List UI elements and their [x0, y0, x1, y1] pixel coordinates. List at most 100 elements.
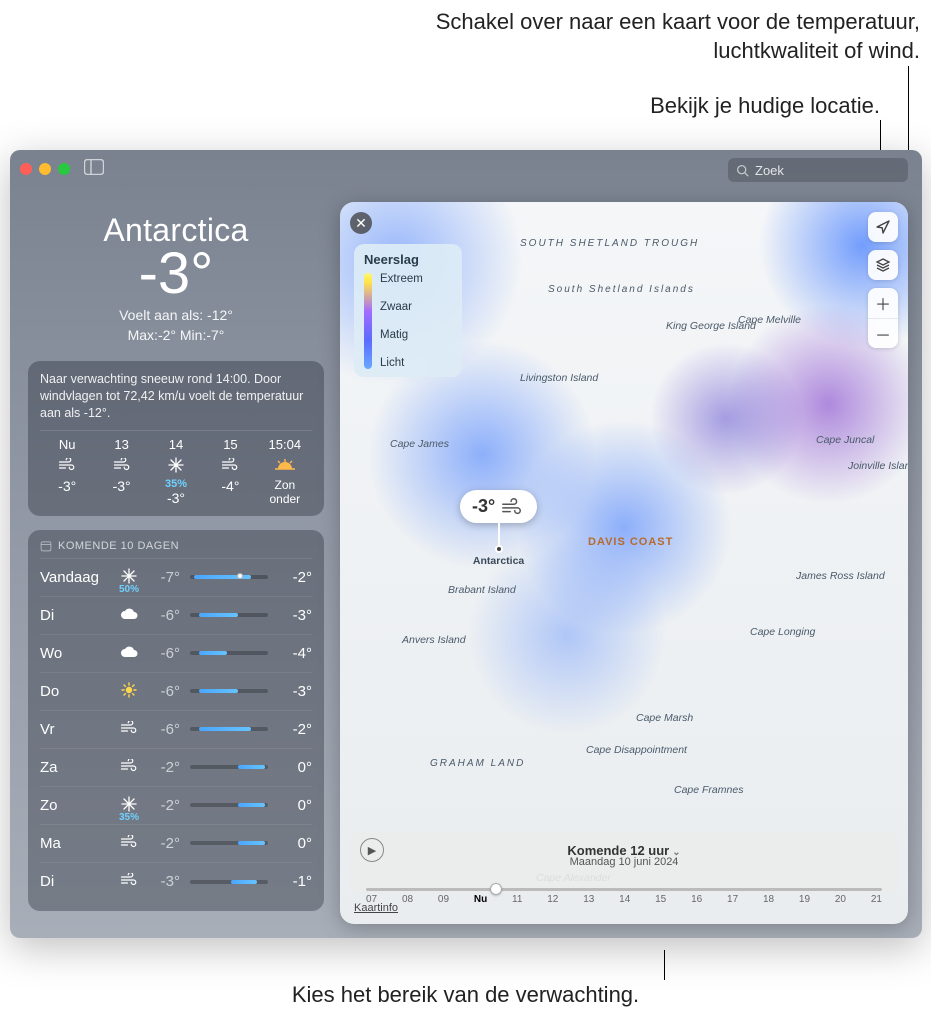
map-layers-button[interactable]: [868, 250, 898, 280]
weather-app-window: Zoek Antarctica -3° Voelt aan als: -12° …: [10, 150, 922, 938]
map-place-label: Anvers Island: [402, 634, 466, 646]
toggle-sidebar-button[interactable]: [84, 159, 104, 180]
temp-range-bar: [190, 841, 268, 845]
map-place-label: Cape Juncal: [816, 434, 874, 446]
wind-icon: [112, 759, 146, 776]
callout-map-layers: Schakel over naar een kaart voor de temp…: [400, 8, 920, 65]
temp-range-bar: [190, 689, 268, 693]
ten-day-forecast-card[interactable]: KOMENDE 10 DAGEN Vandaag50%-7°-2°Di-6°-3…: [28, 530, 324, 911]
zoom-in-button[interactable]: ＋: [868, 288, 898, 318]
hour-column[interactable]: 15:04Zon onder: [258, 437, 312, 506]
timeline-hour-tick: 08: [402, 894, 413, 905]
temp-range-bar: [190, 727, 268, 731]
hour-label: 15: [203, 437, 257, 452]
hour-label: Nu: [40, 437, 94, 452]
timeline-hour-tick: 11: [512, 894, 522, 905]
legend-level: Matig: [380, 329, 423, 341]
day-row[interactable]: Wo-6°-4°: [40, 635, 312, 673]
day-low: -6°: [146, 645, 180, 662]
map-place-label: James Ross Island: [796, 570, 885, 582]
precipitation-map[interactable]: ✕ Neerslag ExtreemZwaarMatigLicht: [340, 202, 908, 924]
search-icon: [736, 164, 749, 177]
search-field[interactable]: Zoek: [728, 158, 908, 182]
day-row[interactable]: Za-2°0°: [40, 749, 312, 787]
minimize-window-button[interactable]: [39, 163, 51, 175]
map-info-link[interactable]: Kaartinfo: [354, 902, 398, 914]
hour-temp: -4°: [203, 478, 257, 494]
cloud-icon: [112, 645, 146, 662]
day-row[interactable]: Vandaag50%-7°-2°: [40, 559, 312, 597]
timeline-hour-tick: 18: [763, 894, 774, 905]
day-high: -3°: [278, 683, 312, 700]
day-name: Do: [40, 683, 112, 700]
hourly-forecast-card[interactable]: Naar verwachting sneeuw rond 14:00. Door…: [28, 361, 324, 516]
timeline-track[interactable]: 070809Nu1112131415161718192021: [366, 884, 882, 900]
map-close-button[interactable]: ✕: [350, 212, 372, 234]
day-name: Di: [40, 607, 112, 624]
timeline-hour-tick: Nu: [474, 894, 487, 905]
wind-icon: [94, 456, 148, 474]
day-row[interactable]: Vr-6°-2°: [40, 711, 312, 749]
timeline-hour-tick: 12: [547, 894, 558, 905]
day-low: -2°: [146, 759, 180, 776]
hour-temp: -3°: [40, 478, 94, 494]
titlebar: Zoek: [10, 150, 922, 188]
timeline-hour-tick: 21: [871, 894, 882, 905]
snow-icon: 50%: [112, 568, 146, 587]
callout-map-layers-text: Schakel over naar een kaart voor de temp…: [436, 9, 920, 63]
day-row[interactable]: Di-3°-1°: [40, 863, 312, 901]
day-name: Di: [40, 873, 112, 890]
current-temp: -3°: [28, 245, 324, 303]
wind-icon: [203, 456, 257, 474]
current-location-button[interactable]: [868, 212, 898, 242]
hour-column[interactable]: Nu -3°: [40, 437, 94, 506]
wind-icon: [112, 721, 146, 738]
cloud-icon: [112, 607, 146, 624]
hour-temp: -3°: [94, 478, 148, 494]
day-high: 0°: [278, 797, 312, 814]
timeline-hour-tick: 13: [583, 894, 594, 905]
temp-range-bar: [190, 765, 268, 769]
precip-percent: 35%: [112, 812, 146, 823]
timeline-hour-tick: 09: [438, 894, 449, 905]
timeline-line: [366, 888, 882, 891]
hourly-description: Naar verwachting sneeuw rond 14:00. Door…: [40, 371, 312, 431]
day-high: 0°: [278, 835, 312, 852]
timeline-hour-tick: 19: [799, 894, 810, 905]
callout-line: [664, 950, 665, 980]
zoom-window-button[interactable]: [58, 163, 70, 175]
ten-day-header: KOMENDE 10 DAGEN: [40, 540, 312, 559]
day-row[interactable]: Do -6° -3°: [40, 673, 312, 711]
day-row[interactable]: Di-6°-3°: [40, 597, 312, 635]
callout-forecast-range-text: Kies het bereik van de verwachting.: [292, 982, 639, 1007]
timeline-hour-tick: 16: [691, 894, 702, 905]
day-name: Za: [40, 759, 112, 776]
search-placeholder: Zoek: [755, 163, 784, 178]
pin-label: Antarctica: [460, 555, 537, 567]
wind-icon: [112, 835, 146, 852]
day-name: Vandaag: [40, 569, 112, 586]
zoom-out-button[interactable]: －: [868, 318, 898, 348]
map-place-label: Brabant Island: [448, 584, 516, 596]
forecast-timeline[interactable]: ▶ Komende 12 uur⌄ Maandag 10 juni 2024 0…: [350, 832, 898, 894]
day-row[interactable]: Ma-2°0°: [40, 825, 312, 863]
close-window-button[interactable]: [20, 163, 32, 175]
temp-range-bar: [190, 651, 268, 655]
day-low: -2°: [146, 797, 180, 814]
wind-icon: [40, 456, 94, 474]
legend-gradient: [364, 273, 372, 369]
feels-like: Voelt aan als: -12°: [28, 307, 324, 323]
hour-column[interactable]: 13 -3°: [94, 437, 148, 506]
location-pin[interactable]: -3° Antarctica: [460, 490, 537, 567]
hour-column[interactable]: 1435%-3°: [149, 437, 203, 506]
day-row[interactable]: Zo35%-2°0°: [40, 787, 312, 825]
map-place-label: Cape James: [390, 438, 449, 450]
wind-icon: [112, 873, 146, 890]
precip-percent: 35%: [149, 478, 203, 490]
legend-level: Zwaar: [380, 301, 423, 313]
hour-column[interactable]: 15 -4°: [203, 437, 257, 506]
timeline-hour-tick: 15: [655, 894, 666, 905]
day-low: -6°: [146, 683, 180, 700]
hour-label: 13: [94, 437, 148, 452]
window-controls: [20, 163, 70, 175]
